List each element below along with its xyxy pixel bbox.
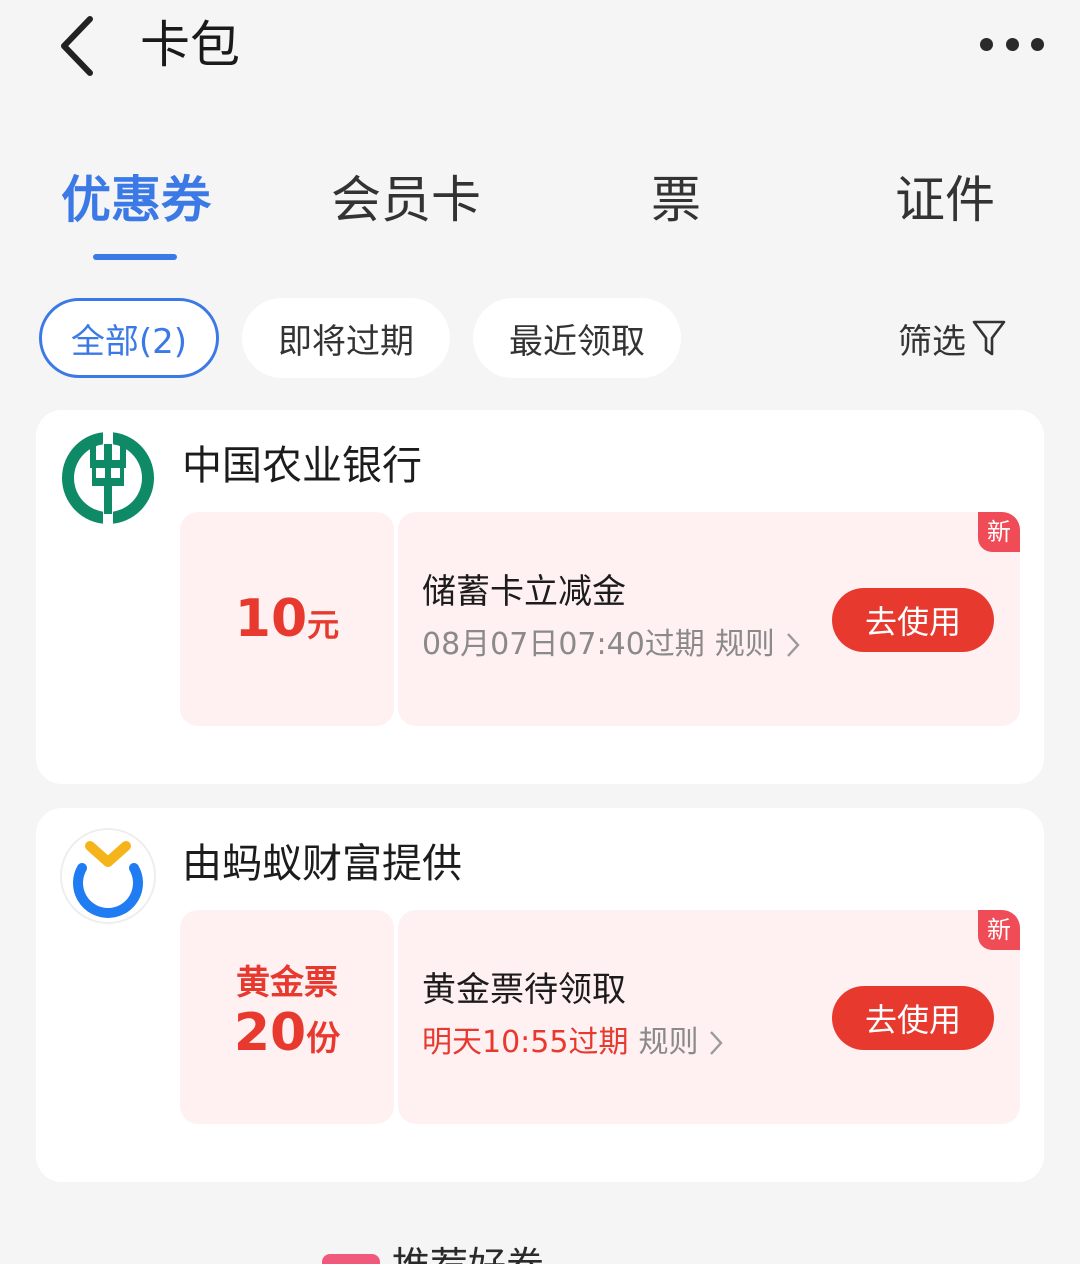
recommend-icon xyxy=(322,1254,380,1264)
amount-unit: 元 xyxy=(307,606,340,644)
coupon-title: 黄金票待领取 xyxy=(422,970,626,1010)
page-title: 卡包 xyxy=(140,16,240,74)
coupon-value-panel: 黄金票 20份 xyxy=(180,910,394,1124)
chevron-right-icon xyxy=(710,1031,724,1055)
amount-value: 20 xyxy=(233,1003,307,1063)
coupon-amount: 10元 xyxy=(235,593,339,645)
merchant-name: 由蚂蚁财富提供 xyxy=(182,841,462,887)
active-tab-indicator xyxy=(93,254,177,260)
ant-fortune-logo xyxy=(60,828,156,924)
merchant-name: 中国农业银行 xyxy=(182,443,422,489)
filter-chip-expiring-soon[interactable]: 即将过期 xyxy=(242,298,450,378)
coupon-amount: 20份 xyxy=(234,1005,340,1073)
amount-unit: 份 xyxy=(306,1019,341,1059)
use-coupon-button[interactable]: 去使用 xyxy=(832,588,994,652)
abc-bank-logo xyxy=(60,430,156,526)
use-coupon-button[interactable]: 去使用 xyxy=(832,986,994,1050)
rules-link[interactable]: 规则 xyxy=(638,1022,698,1064)
back-button[interactable] xyxy=(46,14,106,78)
more-dot-icon xyxy=(1005,37,1019,51)
amount-value: 10 xyxy=(234,589,308,649)
coupon-title: 储蓄卡立减金 xyxy=(422,572,626,612)
coupon-expiry: 08月07日07:40过期 xyxy=(422,627,705,662)
recommend-section-title: 推荐好券 xyxy=(392,1244,544,1264)
more-dot-icon xyxy=(1031,37,1044,51)
filter-chip-recently-received[interactable]: 最近领取 xyxy=(473,298,681,378)
coupon-value-panel: 10元 xyxy=(180,512,394,726)
tab-coupons[interactable]: 优惠券 xyxy=(56,168,216,232)
new-badge: 新 xyxy=(978,910,1020,950)
coupon-card: 中国农业银行 10元 储蓄卡立减金 08月07日07:40过期 规则 去使用 新 xyxy=(36,410,1044,784)
category-tabs: 优惠券 会员卡 票 证件 xyxy=(0,150,1080,270)
chevron-left-icon xyxy=(61,16,93,76)
coupon-detail-panel[interactable]: 黄金票待领取 明天10:55过期 规则 去使用 新 xyxy=(398,910,1020,1124)
gold-ticket-label: 黄金票 xyxy=(236,963,338,1003)
coupon-card: 由蚂蚁财富提供 黄金票 20份 黄金票待领取 明天10:55过期 规则 去使用 … xyxy=(36,808,1044,1182)
filter-label: 筛选 xyxy=(898,321,966,362)
more-dot-icon xyxy=(980,37,993,51)
coupon-expiry: 明天10:55过期 xyxy=(422,1025,629,1060)
coupon-subline: 08月07日07:40过期 规则 xyxy=(422,624,801,666)
tab-certificates[interactable]: 证件 xyxy=(890,168,1000,232)
coupon-subline: 明天10:55过期 规则 xyxy=(422,1022,724,1064)
tab-membership-cards[interactable]: 会员卡 xyxy=(326,168,486,232)
filter-button[interactable]: 筛选 xyxy=(860,298,1044,378)
rules-link[interactable]: 规则 xyxy=(715,624,775,666)
funnel-icon xyxy=(972,320,1006,356)
chevron-right-icon xyxy=(786,633,800,657)
more-options-button[interactable] xyxy=(980,26,1044,62)
new-badge: 新 xyxy=(978,512,1020,552)
coupon-detail-panel[interactable]: 储蓄卡立减金 08月07日07:40过期 规则 去使用 新 xyxy=(398,512,1020,726)
filter-chip-all[interactable]: 全部(2) xyxy=(39,298,219,378)
top-bar: 卡包 xyxy=(0,0,1080,118)
tab-tickets[interactable]: 票 xyxy=(634,168,718,232)
